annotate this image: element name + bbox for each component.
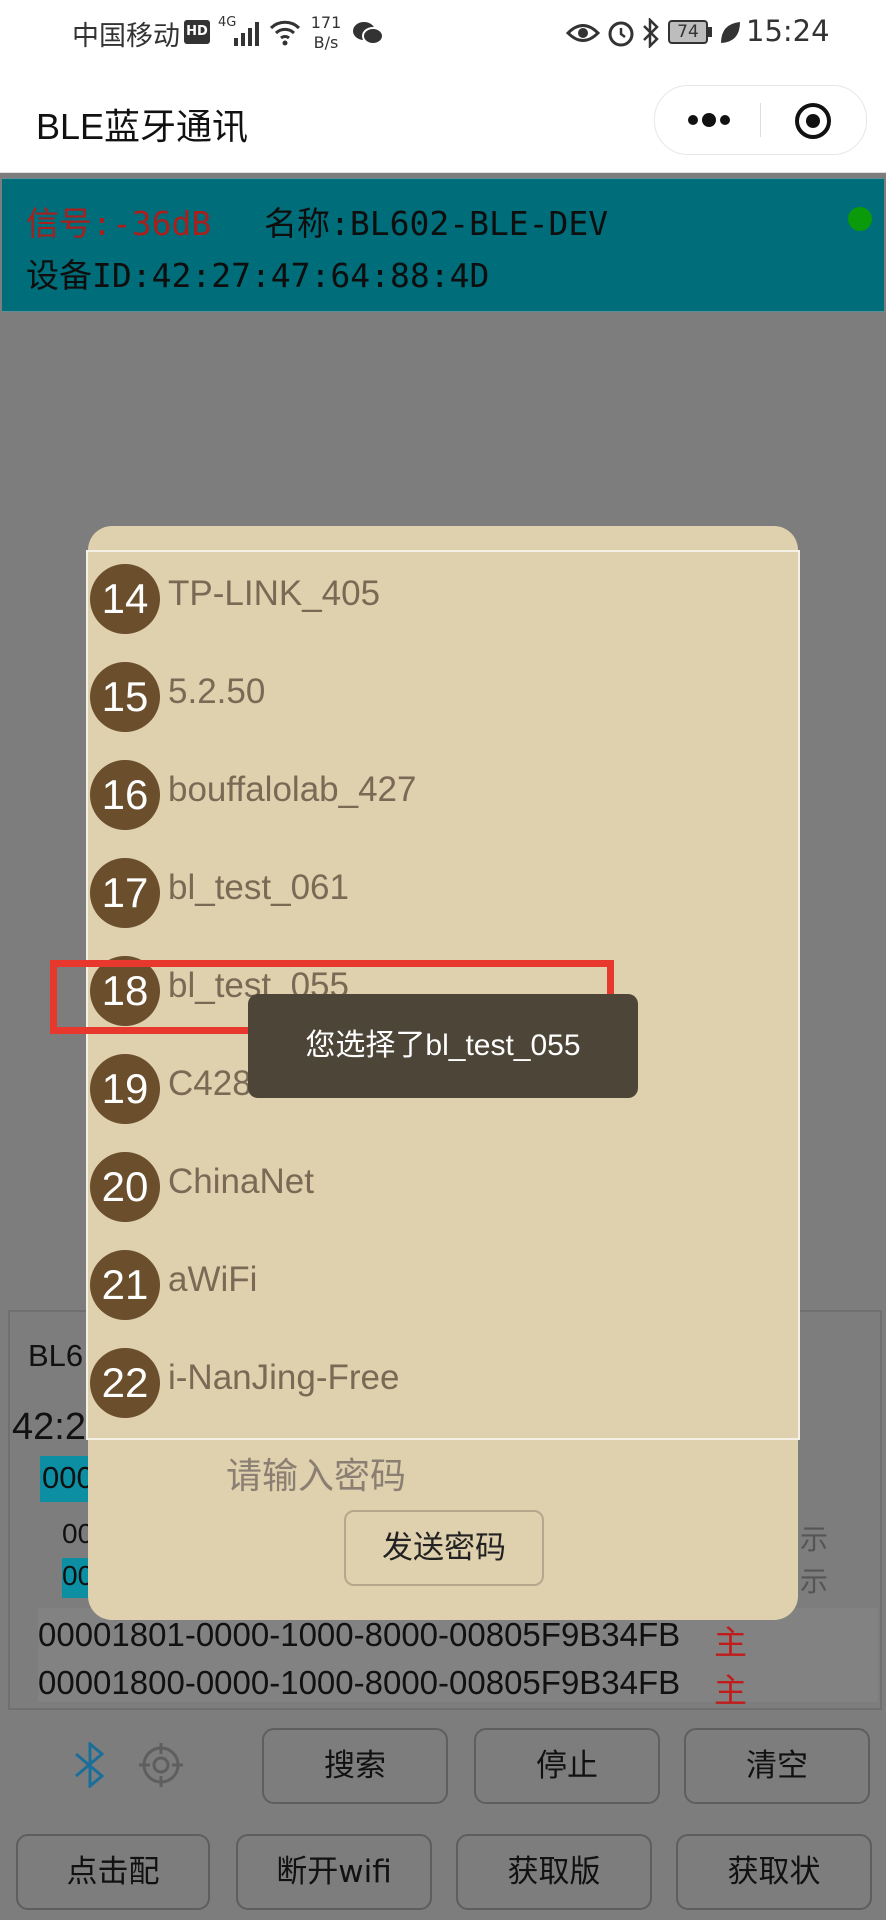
signal-icon	[234, 22, 259, 46]
bluetooth-icon	[643, 18, 659, 48]
battery-tip	[708, 27, 712, 37]
wifi-index-badge: 17	[90, 858, 160, 928]
wifi-ssid: bouffalolab_427	[168, 770, 417, 809]
wifi-index-badge: 20	[90, 1152, 160, 1222]
wifi-index-badge: 22	[90, 1348, 160, 1418]
wifi-ssid: 5.2.50	[168, 672, 266, 711]
password-input[interactable]	[224, 1440, 748, 1512]
device-id-partial: 42:2	[12, 1406, 86, 1448]
wifi-list-item[interactable]: 14 TP-LINK_405	[88, 552, 798, 650]
wifi-ssid: TP-LINK_405	[168, 574, 381, 613]
alarm-icon	[608, 21, 634, 47]
device-name: 名称:BL602-BLE-DEV	[264, 204, 609, 243]
service-primary-tag-2: 主	[714, 1672, 747, 1709]
tail-label-1: 示	[800, 1524, 829, 1555]
service-uuid-2[interactable]: 00001800-0000-1000-8000-00805F9B34FB	[38, 1664, 680, 1702]
battery-level: 74	[677, 22, 699, 42]
selection-toast: 您选择了bl_test_055	[248, 994, 638, 1098]
speed-value: 171	[310, 13, 342, 32]
service-rows: 00001801-0000-1000-8000-00805F9B34FB 主 0…	[38, 1608, 878, 1709]
target-icon[interactable]	[793, 101, 833, 141]
wifi-index-badge: 16	[90, 760, 160, 830]
eye-icon	[566, 24, 600, 42]
clear-button[interactable]: 清空	[684, 1728, 870, 1804]
wifi-index-badge: 14	[90, 564, 160, 634]
wifi-index-badge: 21	[90, 1250, 160, 1320]
speed-unit: B/s	[313, 33, 339, 52]
stop-button[interactable]: 停止	[474, 1728, 660, 1804]
search-button[interactable]: 搜索	[262, 1728, 448, 1804]
wifi-list-item[interactable]: 21 aWiFi	[88, 1238, 798, 1336]
crosshair-icon[interactable]	[138, 1742, 184, 1788]
wifi-list-item[interactable]: 15 5.2.50	[88, 650, 798, 748]
mini-program-capsule	[654, 85, 867, 155]
send-password-button[interactable]: 发送密码	[344, 1510, 544, 1586]
wifi-index-badge: 15	[90, 662, 160, 732]
device-id: 设备ID:42:27:47:64:88:4D	[26, 256, 490, 295]
status-bar: 中国移动 HD 4G 171 B/s 74 15:24	[0, 0, 886, 68]
bluetooth-icon[interactable]	[70, 1742, 110, 1788]
more-dots-icon[interactable]	[687, 108, 731, 132]
service-primary-tag-1: 主	[714, 1624, 747, 1661]
carrier-label: 中国移动	[72, 21, 180, 52]
connection-status-dot	[848, 207, 872, 231]
tail-label-2: 示	[800, 1566, 829, 1597]
wifi-ssid: C428	[168, 1064, 252, 1103]
pair-button[interactable]: 点击配	[16, 1834, 210, 1910]
device-name-partial: BL6	[28, 1338, 84, 1373]
wifi-ssid: ChinaNet	[168, 1162, 314, 1201]
wechat-icon	[353, 22, 384, 45]
nav-bar: BLE蓝牙通讯	[0, 68, 886, 173]
battery-icon: 74	[668, 20, 708, 44]
hd-icon: HD	[184, 20, 210, 44]
wifi-icon	[269, 20, 301, 46]
wifi-ssid: bl_test_061	[168, 868, 349, 907]
wifi-ssid: i-NanJing-Free	[168, 1358, 400, 1397]
service-uuid-1[interactable]: 00001801-0000-1000-8000-00805F9B34FB	[38, 1616, 680, 1654]
wifi-ssid: aWiFi	[168, 1260, 258, 1299]
wifi-list-item[interactable]: 17 bl_test_061	[88, 846, 798, 944]
leaf-icon	[721, 22, 740, 43]
wifi-list-item[interactable]: 20 ChinaNet	[88, 1140, 798, 1238]
signal-strength: 信号:-36dB	[26, 204, 212, 243]
device-info-header: 信号:-36dB 名称:BL602-BLE-DEV 设备ID:42:27:47:…	[2, 178, 884, 312]
wifi-list-item[interactable]: 22 i-NanJing-Free	[88, 1336, 798, 1434]
get-status-button[interactable]: 获取状	[676, 1834, 872, 1910]
clock: 15:24	[746, 14, 830, 48]
wifi-index-badge: 19	[90, 1054, 160, 1124]
get-version-button[interactable]: 获取版	[456, 1834, 652, 1910]
service-chip-label: 000	[42, 1460, 94, 1495]
page-title: BLE蓝牙通讯	[36, 106, 249, 147]
capsule-divider	[760, 103, 761, 137]
disconnect-wifi-button[interactable]: 断开wifi	[236, 1834, 432, 1910]
wifi-list-item[interactable]: 16 bouffalolab_427	[88, 748, 798, 846]
